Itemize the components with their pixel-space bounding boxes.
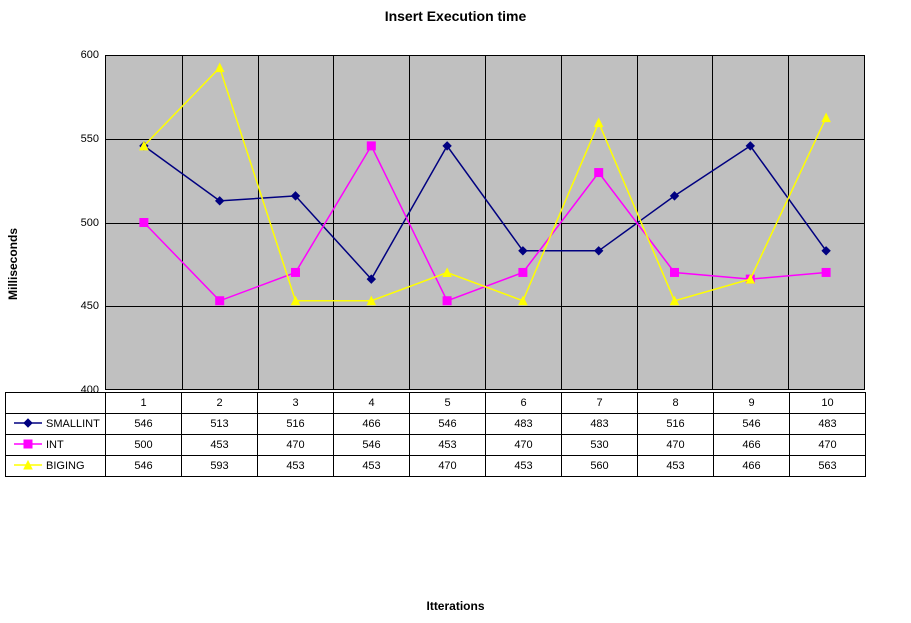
data-cell: 453 bbox=[182, 435, 258, 456]
y-tick-label: 550 bbox=[59, 133, 99, 145]
series-name: SMALLINT bbox=[46, 418, 100, 430]
x-axis-label: Itterations bbox=[0, 599, 911, 613]
y-tick-label: 450 bbox=[59, 300, 99, 312]
category-header: 3 bbox=[258, 393, 334, 414]
data-cell: 483 bbox=[486, 414, 562, 435]
data-cell: 470 bbox=[486, 435, 562, 456]
data-cell: 470 bbox=[790, 435, 866, 456]
data-cell: 530 bbox=[562, 435, 638, 456]
data-cell: 546 bbox=[410, 414, 486, 435]
category-header: 1 bbox=[106, 393, 182, 414]
series-name: INT bbox=[46, 439, 64, 451]
data-cell: 546 bbox=[714, 414, 790, 435]
data-cell: 470 bbox=[410, 456, 486, 477]
data-cell: 470 bbox=[258, 435, 334, 456]
legend-marker-icon bbox=[14, 438, 42, 453]
data-cell: 483 bbox=[562, 414, 638, 435]
category-header: 10 bbox=[790, 393, 866, 414]
chart-title: Insert Execution time bbox=[0, 8, 911, 24]
data-cell: 593 bbox=[182, 456, 258, 477]
category-header: 8 bbox=[638, 393, 714, 414]
data-cell: 546 bbox=[106, 456, 182, 477]
y-axis-label: Milliseconds bbox=[6, 228, 20, 300]
y-tick-label: 600 bbox=[59, 49, 99, 61]
data-cell: 466 bbox=[714, 456, 790, 477]
category-header: 4 bbox=[334, 393, 410, 414]
chart-page: Insert Execution time Milliseconds 600 5… bbox=[0, 0, 911, 623]
data-cell: 466 bbox=[334, 414, 410, 435]
category-header: 5 bbox=[410, 393, 486, 414]
data-cell: 453 bbox=[258, 456, 334, 477]
data-cell: 470 bbox=[638, 435, 714, 456]
table-row: INT500453470546453470530470466470 bbox=[6, 435, 866, 456]
plot-area-wrap: 600 550 500 450 400 bbox=[105, 55, 865, 390]
plot-area bbox=[105, 55, 865, 390]
y-tick-label: 500 bbox=[59, 217, 99, 229]
data-cell: 453 bbox=[410, 435, 486, 456]
series-name: BIGING bbox=[46, 460, 85, 472]
category-header: 6 bbox=[486, 393, 562, 414]
series-name-cell: BIGING bbox=[6, 456, 106, 477]
legend-marker-icon bbox=[14, 417, 42, 432]
table-row: SMALLINT546513516466546483483516546483 bbox=[6, 414, 866, 435]
data-cell: 546 bbox=[334, 435, 410, 456]
table-header-row: 12345678910 bbox=[6, 393, 866, 414]
data-cell: 563 bbox=[790, 456, 866, 477]
data-cell: 453 bbox=[486, 456, 562, 477]
data-cell: 466 bbox=[714, 435, 790, 456]
table-corner bbox=[6, 393, 106, 414]
data-cell: 453 bbox=[638, 456, 714, 477]
data-cell: 500 bbox=[106, 435, 182, 456]
series-name-cell: INT bbox=[6, 435, 106, 456]
category-header: 7 bbox=[562, 393, 638, 414]
data-cell: 546 bbox=[106, 414, 182, 435]
category-header: 9 bbox=[714, 393, 790, 414]
data-cell: 453 bbox=[334, 456, 410, 477]
table-row: BIGING546593453453470453560453466563 bbox=[6, 456, 866, 477]
data-table: 12345678910SMALLINT546513516466546483483… bbox=[5, 392, 866, 477]
legend-marker-icon bbox=[14, 459, 42, 474]
category-header: 2 bbox=[182, 393, 258, 414]
data-cell: 513 bbox=[182, 414, 258, 435]
data-cell: 516 bbox=[638, 414, 714, 435]
data-cell: 483 bbox=[790, 414, 866, 435]
data-cell: 560 bbox=[562, 456, 638, 477]
data-cell: 516 bbox=[258, 414, 334, 435]
chart-lines bbox=[106, 56, 864, 389]
series-name-cell: SMALLINT bbox=[6, 414, 106, 435]
